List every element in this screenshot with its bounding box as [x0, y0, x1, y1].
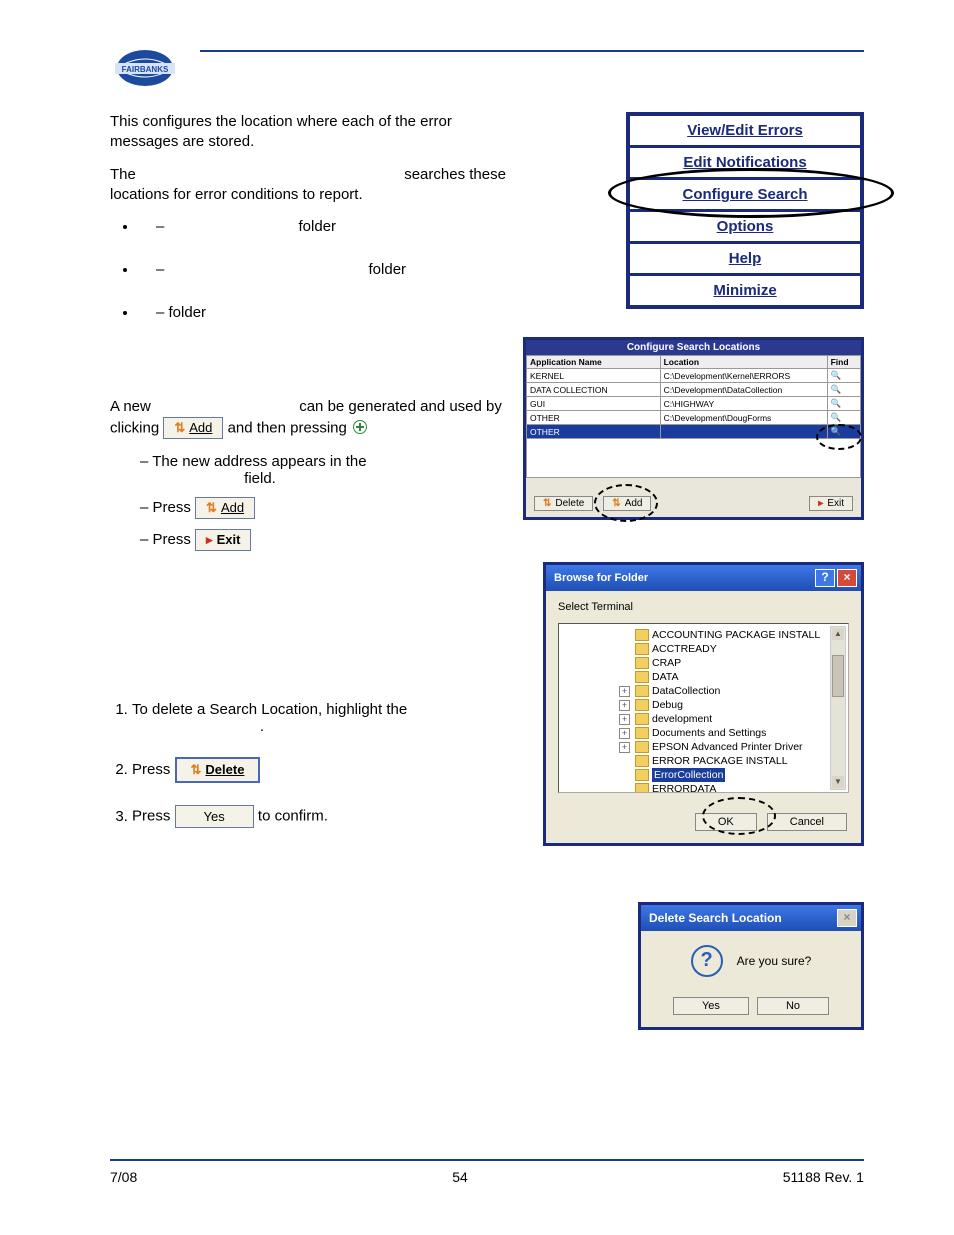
folder-tree[interactable]: ACCOUNTING PACKAGE INSTALLACCTREADYCRAPD… — [558, 623, 849, 793]
magnify-icon[interactable]: 🔍 — [827, 383, 860, 397]
table-row[interactable]: KERNELC:\Development\Kernel\ERRORS🔍 — [527, 369, 861, 383]
fairbanks-logo: FAIRBANKS — [110, 46, 180, 91]
folder-icon — [635, 685, 649, 697]
folder-icon — [635, 713, 649, 725]
add-button-inline[interactable]: ⇅Add — [195, 497, 255, 519]
folder-item[interactable]: +EPSON Advanced Printer Driver — [619, 740, 844, 754]
yes-button[interactable]: Yes — [673, 997, 749, 1015]
config-exit-button[interactable]: ▸Exit — [809, 496, 853, 511]
col-loc: Location — [660, 356, 827, 369]
col-app: Application Name — [527, 356, 661, 369]
config-table: Application Name Location Find KERNELC:\… — [526, 355, 861, 439]
yes-button-inline[interactable]: Yes — [175, 805, 254, 828]
folder-item[interactable]: ERRORDATA — [619, 782, 844, 793]
folder-icon — [635, 699, 649, 711]
magnify-icon[interactable]: 🔍 — [827, 397, 860, 411]
new-location-text: A new can be generated and used by click… — [110, 397, 510, 439]
config-add-button[interactable]: ⇅Add — [603, 496, 651, 511]
question-icon: ? — [691, 945, 723, 977]
folder-icon — [635, 629, 649, 641]
folder-icon — [635, 783, 649, 793]
browse-window-title: Browse for Folder — [554, 572, 648, 584]
delete-button-inline[interactable]: ⇅Delete — [175, 757, 261, 783]
magnify-icon[interactable]: 🔍 — [827, 369, 860, 383]
svg-text:FAIRBANKS: FAIRBANKS — [122, 65, 169, 74]
table-row-selected[interactable]: OTHER🔍 — [527, 425, 861, 439]
folder-icon — [635, 643, 649, 655]
close-icon[interactable]: × — [837, 569, 857, 587]
config-delete-button[interactable]: ⇅Delete — [534, 496, 593, 511]
close-icon[interactable]: × — [837, 909, 857, 927]
folder-bullet-list: folder folder folder — [110, 218, 510, 321]
folder-icon — [635, 755, 649, 767]
browse-label: Select Terminal — [558, 601, 849, 613]
table-row[interactable]: OTHERC:\Development\DougForms🔍 — [527, 411, 861, 425]
page-footer: 7/08 54 51188 Rev. 1 — [110, 1159, 864, 1185]
folder-item[interactable]: ACCOUNTING PACKAGE INSTALL — [619, 628, 844, 642]
folder-icon — [635, 769, 649, 781]
folder-icon — [635, 727, 649, 739]
ok-button[interactable]: OK — [695, 813, 757, 831]
add-button-inline[interactable]: ⇅Add — [163, 417, 223, 440]
cancel-button[interactable]: Cancel — [767, 813, 847, 831]
folder-item[interactable]: ERROR PACKAGE INSTALL — [619, 754, 844, 768]
menu-minimize[interactable]: Minimize — [630, 276, 860, 305]
menu-configure-search[interactable]: Configure Search — [630, 180, 860, 212]
menu-help[interactable]: Help — [630, 244, 860, 276]
step-c: Press ▸Exit — [140, 529, 510, 551]
delete-steps: To delete a Search Location, highlight t… — [110, 701, 510, 828]
header-rule — [200, 50, 864, 52]
exit-button-inline[interactable]: ▸Exit — [195, 529, 251, 551]
delete-confirm-text: Are you sure? — [737, 954, 812, 968]
folder-item[interactable]: +DataCollection — [619, 684, 844, 698]
folder-item[interactable]: ACCTREADY — [619, 642, 844, 656]
table-row[interactable]: GUIC:\HIGHWAY🔍 — [527, 397, 861, 411]
no-button[interactable]: No — [757, 997, 829, 1015]
folder-item[interactable]: ErrorCollection — [619, 768, 844, 782]
table-row[interactable]: DATA COLLECTIONC:\Development\DataCollec… — [527, 383, 861, 397]
folder-item[interactable]: +Debug — [619, 698, 844, 712]
col-find: Find — [827, 356, 860, 369]
footer-docnum: 51188 Rev. 1 — [783, 1169, 864, 1185]
browse-folder-window: Browse for Folder ? × Select Terminal AC… — [543, 562, 864, 846]
delete-location-dialog: Delete Search Location × ? Are you sure?… — [638, 902, 864, 1030]
folder-item[interactable]: CRAP — [619, 656, 844, 670]
step-b: Press ⇅Add — [140, 497, 510, 519]
error-app-menu: View/Edit Errors Edit Notifications Conf… — [626, 112, 864, 309]
intro-text-2: The searches these locations for error c… — [110, 165, 510, 204]
footer-page: 54 — [452, 1169, 468, 1185]
magnify-plus-icon — [353, 420, 367, 434]
help-icon[interactable]: ? — [815, 569, 835, 587]
folder-icon — [635, 657, 649, 669]
config-window-title: Configure Search Locations — [526, 340, 861, 355]
folder-icon — [635, 741, 649, 753]
menu-view-edit[interactable]: View/Edit Errors — [630, 116, 860, 148]
scrollbar[interactable]: ▲▼ — [830, 626, 846, 790]
folder-item[interactable]: DATA — [619, 670, 844, 684]
menu-edit-notif[interactable]: Edit Notifications — [630, 148, 860, 180]
folder-icon — [635, 671, 649, 683]
magnify-icon[interactable]: 🔍 — [827, 411, 860, 425]
intro-text-1: This configures the location where each … — [110, 112, 510, 151]
magnify-icon[interactable]: 🔍 — [827, 425, 860, 439]
menu-options[interactable]: Options — [630, 212, 860, 244]
folder-item[interactable]: +Documents and Settings — [619, 726, 844, 740]
configure-search-window: Configure Search Locations Application N… — [523, 337, 864, 520]
folder-item[interactable]: +development — [619, 712, 844, 726]
step-a: The new address appears in the field. — [140, 453, 510, 487]
footer-date: 7/08 — [110, 1169, 137, 1185]
delete-dialog-title: Delete Search Location — [649, 911, 782, 925]
